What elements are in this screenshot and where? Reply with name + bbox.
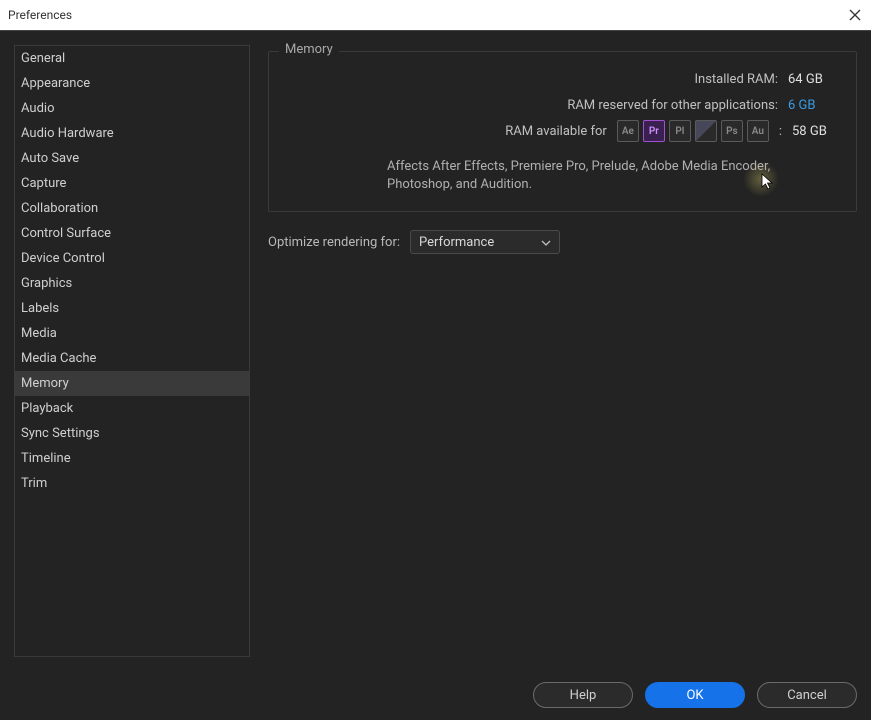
app-icons-group: AePrPl PsAu bbox=[617, 120, 769, 142]
cancel-button[interactable]: Cancel bbox=[757, 682, 857, 708]
close-icon[interactable] bbox=[849, 9, 861, 21]
memory-panel: Memory Installed RAM: 64 GB RAM reserved… bbox=[268, 51, 857, 212]
audition-icon: Au bbox=[747, 120, 769, 142]
sidebar-item-control-surface[interactable]: Control Surface bbox=[15, 221, 249, 246]
preferences-content: Memory Installed RAM: 64 GB RAM reserved… bbox=[250, 45, 857, 657]
help-button[interactable]: Help bbox=[533, 682, 633, 708]
sidebar-item-collaboration[interactable]: Collaboration bbox=[15, 196, 249, 221]
preferences-sidebar: GeneralAppearanceAudioAudio HardwareAuto… bbox=[14, 45, 250, 657]
installed-ram-value: 64 GB bbox=[788, 72, 838, 87]
ok-button[interactable]: OK bbox=[645, 682, 745, 708]
sidebar-item-labels[interactable]: Labels bbox=[15, 296, 249, 321]
sidebar-item-graphics[interactable]: Graphics bbox=[15, 271, 249, 296]
after-effects-icon: Ae bbox=[617, 120, 639, 142]
available-ram-suffix: : bbox=[779, 124, 782, 139]
optimize-rendering-dropdown[interactable]: Performance bbox=[410, 230, 560, 254]
available-ram-label: RAM available for bbox=[505, 124, 607, 139]
dialog-footer: Help OK Cancel bbox=[533, 682, 857, 708]
photoshop-icon: Ps bbox=[721, 120, 743, 142]
memory-note: Affects After Effects, Premiere Pro, Pre… bbox=[287, 158, 838, 193]
sidebar-item-media-cache[interactable]: Media Cache bbox=[15, 346, 249, 371]
sidebar-item-general[interactable]: General bbox=[15, 46, 249, 71]
sidebar-item-appearance[interactable]: Appearance bbox=[15, 71, 249, 96]
sidebar-item-audio-hardware[interactable]: Audio Hardware bbox=[15, 121, 249, 146]
sidebar-item-playback[interactable]: Playback bbox=[15, 396, 249, 421]
window-titlebar: Preferences bbox=[0, 0, 871, 30]
sidebar-item-audio[interactable]: Audio bbox=[15, 96, 249, 121]
available-ram-value: 58 GB bbox=[792, 124, 838, 139]
sidebar-item-auto-save[interactable]: Auto Save bbox=[15, 146, 249, 171]
sidebar-item-timeline[interactable]: Timeline bbox=[15, 446, 249, 471]
sidebar-item-device-control[interactable]: Device Control bbox=[15, 246, 249, 271]
media-encoder-icon bbox=[695, 120, 717, 142]
installed-ram-label: Installed RAM: bbox=[694, 72, 778, 87]
panel-title: Memory bbox=[279, 42, 339, 57]
reserved-ram-value[interactable]: 6 GB bbox=[788, 98, 838, 113]
reserved-ram-label: RAM reserved for other applications: bbox=[567, 98, 778, 113]
chevron-down-icon bbox=[541, 235, 551, 250]
optimize-rendering-value: Performance bbox=[419, 235, 494, 250]
sidebar-item-trim[interactable]: Trim bbox=[15, 471, 249, 496]
sidebar-item-capture[interactable]: Capture bbox=[15, 171, 249, 196]
sidebar-item-memory[interactable]: Memory bbox=[15, 371, 249, 396]
optimize-rendering-label: Optimize rendering for: bbox=[268, 235, 400, 250]
prelude-icon: Pl bbox=[669, 120, 691, 142]
sidebar-item-media[interactable]: Media bbox=[15, 321, 249, 346]
window-title: Preferences bbox=[8, 8, 72, 22]
sidebar-item-sync-settings[interactable]: Sync Settings bbox=[15, 421, 249, 446]
premiere-pro-icon: Pr bbox=[643, 120, 665, 142]
